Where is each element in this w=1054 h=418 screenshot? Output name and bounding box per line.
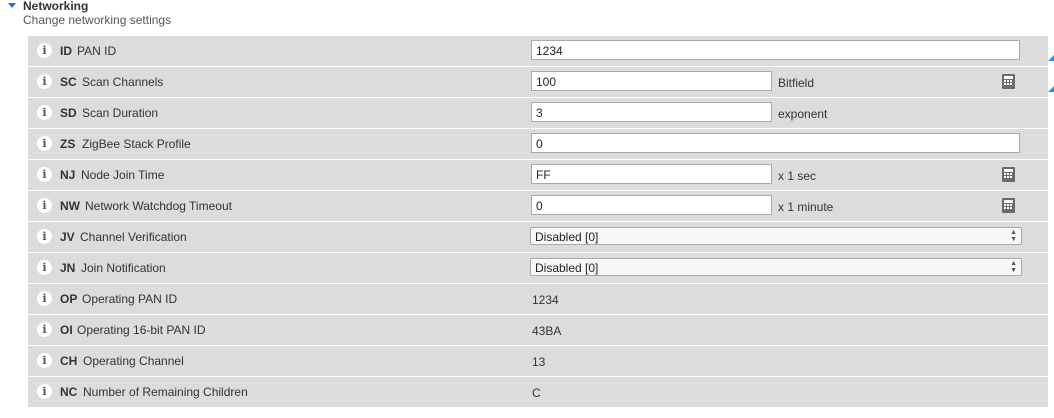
param-code: OP bbox=[60, 292, 78, 306]
info-icon[interactable]: i bbox=[37, 260, 52, 275]
readonly-value: 13 bbox=[532, 355, 546, 369]
readonly-value: C bbox=[532, 386, 541, 400]
join-notification-select[interactable]: Disabled [0] ▲ ▼ bbox=[530, 258, 1022, 276]
changed-marker bbox=[1048, 72, 1054, 92]
setting-row-oi: i OI Operating 16-bit PAN ID 43BA bbox=[28, 315, 1048, 345]
scan-channels-input[interactable]: 100 bbox=[531, 71, 772, 91]
param-name: Operating 16-bit PAN ID bbox=[77, 323, 206, 337]
calculator-icon[interactable] bbox=[1002, 167, 1015, 182]
param-code: JN bbox=[60, 261, 76, 275]
param-name: Channel Verification bbox=[80, 230, 187, 244]
param-name: Join Notification bbox=[81, 261, 166, 275]
setting-row-nw: i NW Network Watchdog Timeout 0 x 1 minu… bbox=[28, 191, 1048, 221]
readonly-value: 43BA bbox=[532, 324, 562, 338]
param-code: SC bbox=[60, 75, 77, 89]
param-name: Operating PAN ID bbox=[82, 292, 178, 306]
node-join-time-input[interactable]: FF bbox=[531, 164, 772, 184]
select-spinner-icon: ▲ ▼ bbox=[1010, 260, 1017, 274]
info-icon[interactable]: i bbox=[37, 384, 52, 399]
select-value: Disabled [0] bbox=[535, 230, 599, 244]
changed-marker bbox=[1048, 41, 1054, 61]
info-icon[interactable]: i bbox=[37, 291, 52, 306]
setting-row-id: i ID PAN ID 1234 bbox=[28, 36, 1054, 66]
info-icon[interactable]: i bbox=[37, 74, 52, 89]
settings-list: i ID PAN ID 1234 i SC Scan Channels 100 … bbox=[28, 36, 1054, 408]
unit-label: x 1 sec bbox=[778, 169, 817, 183]
info-icon[interactable]: i bbox=[37, 322, 52, 337]
param-code: OI bbox=[60, 323, 73, 337]
channel-verification-select[interactable]: Disabled [0] ▲ ▼ bbox=[530, 227, 1022, 245]
param-code: SD bbox=[60, 106, 77, 120]
setting-row-sd: i SD Scan Duration 3 exponent bbox=[28, 98, 1048, 128]
param-name: Operating Channel bbox=[83, 354, 184, 368]
info-icon[interactable]: i bbox=[37, 353, 52, 368]
param-code: NW bbox=[60, 199, 80, 213]
calculator-icon[interactable] bbox=[1002, 74, 1015, 89]
unit-label: exponent bbox=[778, 107, 828, 121]
param-name: ZigBee Stack Profile bbox=[82, 137, 191, 151]
param-code: NJ bbox=[60, 168, 76, 182]
select-value: Disabled [0] bbox=[535, 261, 599, 275]
param-code: ID bbox=[60, 44, 72, 58]
param-name: Scan Channels bbox=[82, 75, 164, 89]
setting-row-nj: i NJ Node Join Time FF x 1 sec bbox=[28, 160, 1048, 190]
info-icon[interactable]: i bbox=[37, 167, 52, 182]
param-name: Number of Remaining Children bbox=[83, 385, 248, 399]
param-code: NC bbox=[60, 385, 78, 399]
info-icon[interactable]: i bbox=[37, 136, 52, 151]
unit-label: Bitfield bbox=[778, 76, 815, 90]
setting-row-sc: i SC Scan Channels 100 Bitfield bbox=[28, 67, 1054, 97]
select-spinner-icon: ▲ ▼ bbox=[1010, 229, 1017, 243]
setting-row-nc: i NC Number of Remaining Children C bbox=[28, 377, 1048, 407]
param-name: PAN ID bbox=[77, 44, 117, 58]
setting-row-jv: i JV Channel Verification Disabled [0] ▲… bbox=[28, 222, 1048, 252]
section-subtitle: Change networking settings bbox=[23, 13, 172, 27]
setting-row-op: i OP Operating PAN ID 1234 bbox=[28, 284, 1048, 314]
param-code: CH bbox=[60, 354, 78, 368]
info-icon[interactable]: i bbox=[37, 198, 52, 213]
chevron-down-icon[interactable] bbox=[8, 3, 16, 8]
info-icon[interactable]: i bbox=[37, 229, 52, 244]
scan-duration-input[interactable]: 3 bbox=[531, 102, 772, 122]
zigbee-stack-profile-input[interactable]: 0 bbox=[531, 133, 1020, 153]
calculator-icon[interactable] bbox=[1002, 198, 1015, 213]
network-watchdog-timeout-input[interactable]: 0 bbox=[531, 195, 772, 215]
setting-row-ch: i CH Operating Channel 13 bbox=[28, 346, 1048, 376]
param-code: ZS bbox=[60, 137, 76, 151]
param-name: Node Join Time bbox=[81, 168, 165, 182]
setting-row-zs: i ZS ZigBee Stack Profile 0 bbox=[28, 129, 1048, 159]
param-name: Network Watchdog Timeout bbox=[85, 199, 232, 213]
readonly-value: 1234 bbox=[532, 293, 559, 307]
unit-label: x 1 minute bbox=[778, 200, 834, 214]
pan-id-input[interactable]: 1234 bbox=[531, 40, 1020, 60]
info-icon[interactable]: i bbox=[37, 105, 52, 120]
param-name: Scan Duration bbox=[82, 106, 159, 120]
info-icon[interactable]: i bbox=[37, 43, 52, 58]
param-code: JV bbox=[60, 230, 75, 244]
section-title: Networking bbox=[23, 0, 89, 13]
setting-row-jn: i JN Join Notification Disabled [0] ▲ ▼ bbox=[28, 253, 1048, 283]
